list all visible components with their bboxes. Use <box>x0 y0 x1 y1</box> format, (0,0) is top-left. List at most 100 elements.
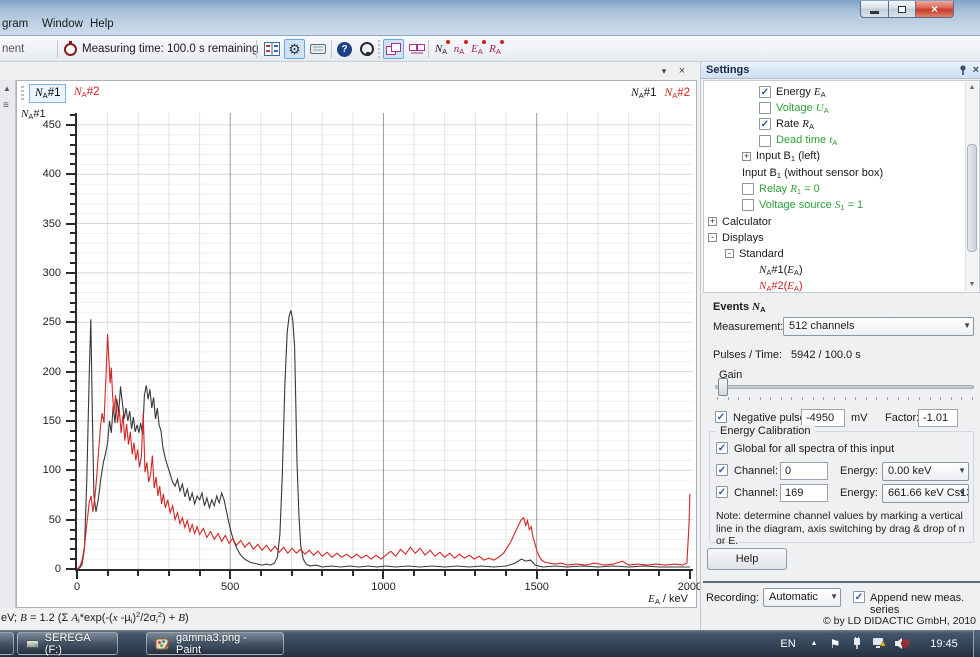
gain-slider[interactable] <box>715 385 974 389</box>
tree-item[interactable]: NA#1(EA) <box>704 262 979 278</box>
y-axis-ticks <box>65 113 75 571</box>
y-tick-mark <box>66 173 75 175</box>
quantity-EA-button[interactable]: EA <box>468 39 486 59</box>
expand-arrow-icon[interactable]: ▲ <box>3 84 11 93</box>
energy2-select[interactable]: 661.66 keV Cs137▼ <box>882 484 969 503</box>
chart-plot-area[interactable] <box>75 113 693 571</box>
pane-close-button[interactable]: × <box>674 64 690 78</box>
cassy-module-button[interactable] <box>383 39 404 59</box>
tree-item[interactable]: +Input B1 (left) <box>704 149 979 165</box>
y-tick-label: 150 <box>43 415 61 427</box>
checkbox[interactable] <box>759 135 771 147</box>
tree-item[interactable]: Input B1 (without sensor box) <box>704 165 979 181</box>
hidden-icons-button[interactable]: ▲ <box>806 630 822 657</box>
checkbox[interactable] <box>742 183 754 195</box>
scroll-down-icon[interactable]: ▼ <box>966 279 978 291</box>
support-button[interactable] <box>356 39 377 59</box>
pane-collapse-button[interactable]: ▾ <box>656 64 672 78</box>
tree-item[interactable]: Relay R1 = 0 <box>704 181 979 197</box>
show-desktop-button[interactable] <box>973 630 980 657</box>
comment-field-fragment[interactable]: nent <box>2 36 24 62</box>
tree-item[interactable]: Dead time tA <box>704 133 979 149</box>
expander-icon[interactable]: - <box>725 249 734 258</box>
device-button[interactable] <box>848 630 866 657</box>
y-tick-mark <box>70 361 75 363</box>
splitter-grip-icon[interactable]: ≡ <box>3 100 9 111</box>
action-center-button[interactable]: ⚑ <box>826 630 844 657</box>
quantity-RA-button[interactable]: RA <box>486 39 504 59</box>
cascade-windows-icon <box>386 43 401 55</box>
tree-item[interactable]: Voltage UA <box>704 100 979 116</box>
expander-icon[interactable]: + <box>708 217 717 226</box>
help-button-toolbar[interactable]: ? <box>334 39 355 59</box>
drive-icon <box>26 640 39 648</box>
energy1-select[interactable]: 0.00 keV▼ <box>882 462 969 481</box>
language-indicator[interactable]: EN <box>778 630 798 657</box>
tree-item[interactable]: NA#2(EA) <box>704 278 979 293</box>
minimize-button[interactable] <box>860 1 889 18</box>
tree-item[interactable]: ✓Rate RA <box>704 116 979 132</box>
legend-series2[interactable]: NA#2 <box>665 87 690 99</box>
pin-icon[interactable] <box>958 64 969 76</box>
tree-item[interactable]: -Standard <box>704 246 979 262</box>
x-tick-label: 1000 <box>371 581 395 593</box>
tree-item[interactable]: +Calculator <box>704 214 979 230</box>
dual-monitor-icon <box>409 43 425 55</box>
checkbox[interactable] <box>759 102 771 114</box>
checkbox[interactable]: ✓ <box>759 118 771 130</box>
tab-NA1[interactable]: NA#1 <box>29 84 66 103</box>
quantity-nA-button[interactable]: nA <box>450 39 468 59</box>
global-checkbox[interactable]: ✓ <box>716 442 728 454</box>
channel1-checkbox[interactable]: ✓ <box>716 464 728 476</box>
y-tick-mark <box>70 440 75 442</box>
negative-pulses-checkbox[interactable]: ✓ <box>715 411 727 423</box>
expander-icon[interactable]: + <box>742 152 751 161</box>
checkbox[interactable] <box>742 199 754 211</box>
expander-icon[interactable]: - <box>708 233 717 242</box>
scrollbar-thumb[interactable] <box>967 144 977 252</box>
scroll-up-icon[interactable]: ▲ <box>966 82 978 94</box>
restore-button[interactable] <box>889 1 916 18</box>
close-icon[interactable]: × <box>973 64 979 76</box>
channel2-checkbox[interactable]: ✓ <box>716 486 728 498</box>
tab-NA2[interactable]: NA#2 <box>69 84 104 101</box>
legend-series1[interactable]: NA#1 <box>631 87 656 99</box>
y-tick-mark <box>66 420 75 422</box>
y-tick-mark <box>70 252 75 254</box>
taskbar-button-fragment[interactable] <box>0 632 14 655</box>
tree-scrollbar[interactable]: ▲ ▼ <box>965 82 978 291</box>
settings-button[interactable]: ⚙ <box>284 39 305 59</box>
tree-item[interactable]: ✓Energy EA <box>704 84 979 100</box>
display-module-button[interactable] <box>406 39 427 59</box>
taskbar-button-explorer[interactable]: SEREGA (F:) <box>17 632 118 655</box>
factor-input[interactable]: -1.01 <box>918 409 958 427</box>
quantity-NA-button[interactable]: NA <box>432 39 450 59</box>
x-tick-mark <box>566 571 568 576</box>
tree-item[interactable]: Voltage source S1 = 1 <box>704 197 979 213</box>
keyboard-button[interactable] <box>307 39 328 59</box>
table-view-button[interactable] <box>261 39 282 59</box>
gain-slider-thumb[interactable] <box>718 378 728 396</box>
network-button[interactable] <box>870 630 888 657</box>
table-splitter[interactable]: ▲ ≡ <box>0 80 16 608</box>
menu-window[interactable]: Window <box>42 18 83 30</box>
channel2-input[interactable]: 169 <box>780 484 828 502</box>
y-tick-mark <box>70 292 75 294</box>
checkbox[interactable]: ✓ <box>759 86 771 98</box>
recording-select[interactable]: Automatic▼ <box>763 588 841 607</box>
menu-help[interactable]: Help <box>90 18 114 30</box>
tree-item[interactable]: -Displays <box>704 230 979 246</box>
clock[interactable]: 19:45 <box>922 630 966 657</box>
taskbar-button-paint[interactable]: gamma3.png - Paint <box>146 632 284 655</box>
x-axis-title[interactable]: EA / keV <box>648 593 688 606</box>
append-checkbox[interactable]: ✓ <box>853 591 865 603</box>
help-button[interactable]: Help <box>707 548 787 570</box>
chevron-down-icon: ▼ <box>958 488 966 497</box>
menu-diagram[interactable]: gram <box>2 18 28 30</box>
settings-body: ▲ ▼ ✓Energy EAVoltage UA✓Rate RADead tim… <box>701 79 980 630</box>
measurement-select[interactable]: 512 channels▼ <box>783 317 974 336</box>
channel1-input[interactable]: 0 <box>780 462 828 480</box>
close-button[interactable]: × <box>916 1 954 18</box>
volume-button[interactable] <box>892 630 910 657</box>
close-icon: × <box>679 65 685 77</box>
